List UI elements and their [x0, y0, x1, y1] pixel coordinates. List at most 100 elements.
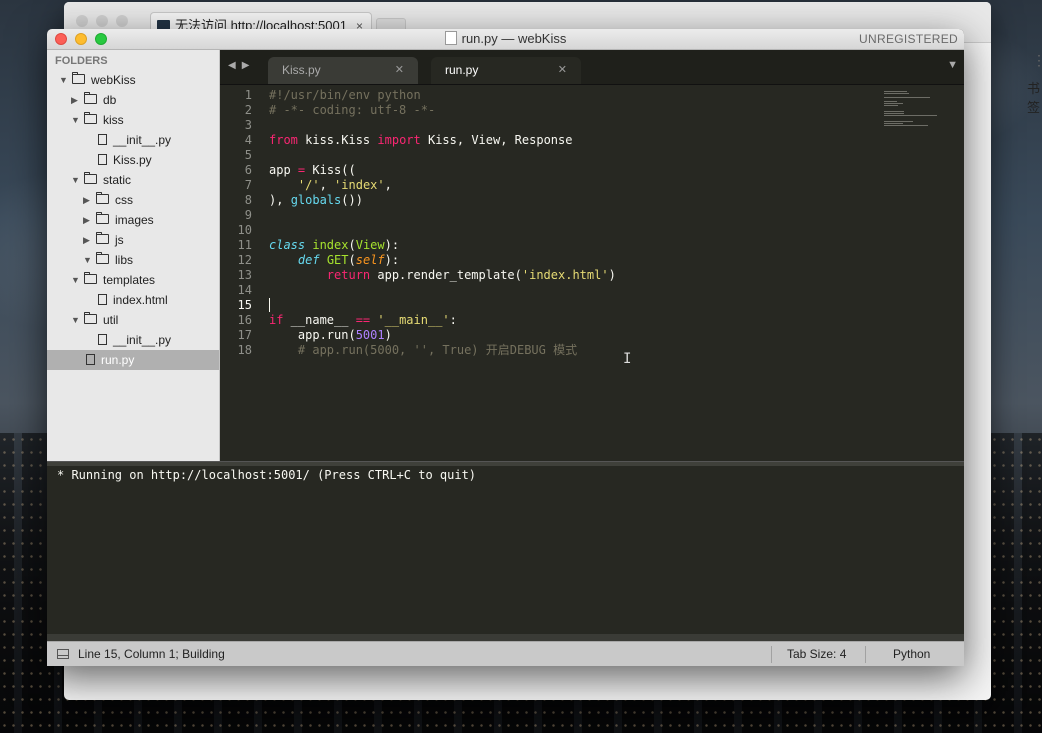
code-text[interactable]: #!/usr/bin/env python # -*- coding: utf-8…: [269, 88, 616, 358]
sidebar-folder-js[interactable]: ▶ js: [47, 230, 219, 250]
browser-close-dot[interactable]: [76, 15, 88, 27]
tab-run-py[interactable]: run.py ✕: [431, 57, 581, 84]
chevron-down-icon[interactable]: ▼: [71, 170, 80, 190]
sidebar-folder-templates[interactable]: ▼ templates: [47, 270, 219, 290]
tab-nav-arrows-icon[interactable]: ◀▶: [228, 60, 255, 71]
line-number: 7: [244, 178, 252, 192]
minimap-line: [884, 113, 904, 114]
sidebar-folder-css[interactable]: ▶ css: [47, 190, 219, 210]
code-token: def: [297, 253, 320, 267]
sidebar-folder-db[interactable]: ▶ db: [47, 90, 219, 110]
code-token: if: [269, 313, 284, 327]
code-line[interactable]: from kiss.Kiss import Kiss, View, Respon…: [269, 133, 616, 148]
sidebar-folder-images[interactable]: ▶ images: [47, 210, 219, 230]
code-line[interactable]: # -*- coding: utf-8 -*-: [269, 103, 616, 118]
chevron-down-icon[interactable]: ▼: [71, 310, 80, 330]
output-scrollbar[interactable]: [47, 634, 964, 641]
sidebar-folder-libs[interactable]: ▼ libs: [47, 250, 219, 270]
folder-open-icon: [84, 272, 97, 284]
line-number: 18: [237, 343, 252, 357]
sidebar: FOLDERS ▼ webKiss ▶ db ▼ kiss __init__.py Kiss.…: [47, 50, 220, 461]
browser-menu-icon[interactable]: ⋮: [1032, 52, 1042, 69]
window-title: run.py — webKiss: [47, 31, 964, 46]
sidebar-file-init-py[interactable]: __init__.py: [47, 330, 219, 350]
sidebar-folder-kiss[interactable]: ▼ kiss: [47, 110, 219, 130]
chevron-down-icon[interactable]: ▼: [71, 110, 80, 130]
sidebar-file-init-py[interactable]: __init__.py: [47, 130, 219, 150]
browser-zoom-dot[interactable]: [116, 15, 128, 27]
code-editor[interactable]: 1 2 3 4 5 6 7 8 9 10 11 12 13 14 15 16 17 18 #!/usr/bin/e…: [220, 85, 880, 461]
chevron-down-icon[interactable]: ▼: [59, 70, 68, 90]
code-token: ),: [269, 193, 291, 207]
chevron-down-icon[interactable]: ▼: [71, 270, 80, 290]
sidebar-folder-static[interactable]: ▼ static: [47, 170, 219, 190]
chevron-right-icon[interactable]: ▶: [71, 90, 78, 110]
code-token: (: [348, 238, 356, 252]
sidebar-file-kiss-py[interactable]: Kiss.py: [47, 150, 219, 170]
line-number: 15: [237, 298, 252, 312]
code-line[interactable]: app = Kiss((: [269, 163, 616, 178]
sidebar-item-label: index.html: [113, 293, 168, 307]
syntax-selector[interactable]: Python: [893, 642, 930, 666]
line-number: 4: [244, 133, 252, 147]
minimap-line: [884, 123, 903, 124]
browser-bookmarks-label[interactable]: 书签: [1027, 78, 1040, 116]
sidebar-item-label: css: [115, 193, 133, 207]
chevron-right-icon[interactable]: ▶: [83, 210, 90, 230]
code-line[interactable]: [269, 223, 616, 238]
chevron-right-icon[interactable]: ▶: [83, 230, 90, 250]
code-token: ,: [319, 178, 335, 192]
code-token: ==: [355, 313, 371, 327]
status-divider: [865, 646, 866, 663]
line-number-gutter: 1 2 3 4 5 6 7 8 9 10 11 12 13 14 15 16 17 18: [220, 88, 252, 358]
code-token: ):: [384, 238, 400, 252]
code-line[interactable]: # app.run(5000, '', True) 开启DEBUG 模式: [269, 343, 616, 358]
code-line[interactable]: [269, 298, 616, 313]
sidebar-file-index-html[interactable]: index.html: [47, 290, 219, 310]
code-token: import: [377, 133, 421, 147]
tab-close-icon[interactable]: ✕: [558, 57, 567, 84]
chevron-right-icon[interactable]: ▶: [83, 190, 90, 210]
code-token: '__main__': [377, 313, 450, 327]
code-line[interactable]: #!/usr/bin/env python: [269, 88, 616, 103]
code-line[interactable]: [269, 118, 616, 133]
minimap-line: [884, 103, 903, 104]
tab-size-selector[interactable]: Tab Size: 4: [787, 642, 846, 666]
sidebar-item-label: run.py: [101, 353, 135, 367]
code-line[interactable]: ), globals()): [269, 193, 616, 208]
code-line[interactable]: if __name__ == '__main__':: [269, 313, 616, 328]
folder-open-icon: [84, 312, 97, 324]
status-bar: Line 15, Column 1; Building Tab Size: 4 …: [47, 641, 964, 666]
line-number: 12: [237, 253, 252, 267]
minimap-line: [884, 105, 899, 106]
code-line[interactable]: [269, 283, 616, 298]
minimap-line: [884, 97, 931, 98]
tab-close-icon[interactable]: ✕: [395, 57, 404, 84]
code-line[interactable]: return app.render_template('index.html'): [269, 268, 616, 283]
code-line[interactable]: def GET(self):: [269, 253, 616, 268]
panel-toggle-icon[interactable]: [57, 649, 69, 659]
sidebar-item-label: libs: [115, 253, 134, 267]
sidebar-item-label: images: [115, 213, 154, 227]
code-token: ):: [384, 253, 400, 267]
file-icon: [98, 334, 107, 345]
sidebar-file-run-py[interactable]: run.py: [47, 350, 219, 370]
code-line[interactable]: class index(View):: [269, 238, 616, 253]
line-number: 11: [237, 238, 252, 252]
chevron-down-icon[interactable]: ▼: [83, 250, 92, 270]
code-line[interactable]: [269, 208, 616, 223]
sidebar-folder-util[interactable]: ▼ util: [47, 310, 219, 330]
code-line[interactable]: '/', 'index',: [269, 178, 616, 193]
folders-heading: FOLDERS: [55, 55, 108, 67]
tab-kiss-py[interactable]: Kiss.py ✕: [268, 57, 418, 84]
minimap[interactable]: [880, 85, 964, 461]
code-token: GET: [326, 253, 349, 267]
line-number: 17: [237, 328, 252, 342]
sidebar-item-label: webKiss: [91, 73, 136, 87]
tab-list-dropdown-icon[interactable]: ▼: [947, 59, 958, 71]
code-line[interactable]: app.run(5001): [269, 328, 616, 343]
browser-minimize-dot[interactable]: [96, 15, 108, 27]
sidebar-folder-webkiss[interactable]: ▼ webKiss: [47, 70, 219, 90]
code-line[interactable]: [269, 148, 616, 163]
